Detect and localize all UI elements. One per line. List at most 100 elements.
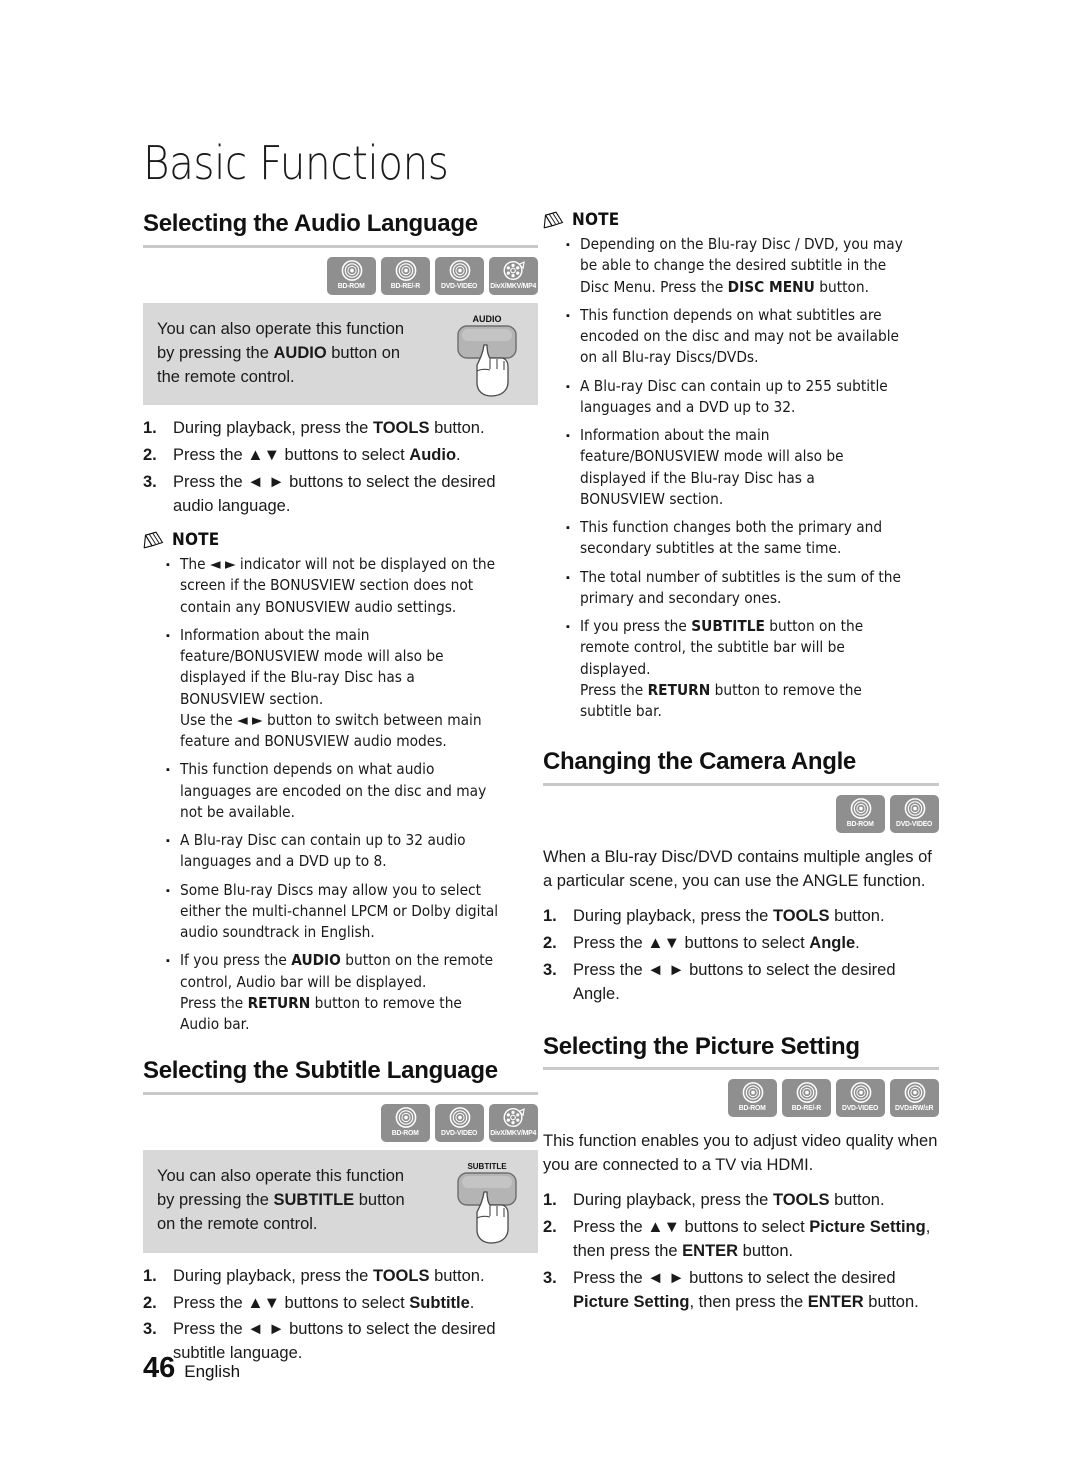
- disc-badge-row-subtitle: BD-ROM DVD-VIDEO DivX/MKV/MP4: [143, 1103, 538, 1142]
- steps-camera-angle: 1. During playback, press the TOOLS butt…: [543, 905, 939, 1007]
- note-bullet-icon: ▪: [566, 309, 570, 322]
- heading-rule: [543, 782, 939, 786]
- page-title: Basic Functions: [143, 136, 449, 190]
- note-label: NOTE: [572, 210, 620, 230]
- remote-button-audio-illustration: AUDIO: [457, 314, 517, 397]
- step-number: 3.: [143, 473, 157, 492]
- step-text-after: button.: [738, 1242, 794, 1261]
- tip-text-bold: AUDIO: [273, 343, 327, 362]
- note-text: If you press the AUDIO button on the rem…: [180, 950, 502, 1035]
- paragraph-camera-angle: When a Blu-ray Disc/DVD contains multipl…: [543, 847, 932, 890]
- step-text-bold: Audio: [409, 446, 457, 465]
- dvd-video-disc-icon: [904, 797, 925, 819]
- step-number: 1.: [143, 1266, 157, 1285]
- disc-badge-label: DVD-VIDEO: [441, 280, 478, 290]
- section-heading-audio-language: Selecting the Audio Language: [143, 210, 478, 237]
- step-text: Press the ▲▼ buttons to select Subtitle.: [173, 1292, 538, 1316]
- step-text: Press the ◄ ► buttons to select the desi…: [573, 960, 896, 1003]
- note-text: This function changes both the primary a…: [580, 518, 883, 558]
- step-item: 3. Press the ◄ ► buttons to select the d…: [543, 1267, 939, 1315]
- step-text-bold-2: ENTER: [807, 1293, 864, 1312]
- tip-box-audio: You can also operate this function by pr…: [143, 302, 538, 406]
- disc-badge-label: DivX/MKV/MP4: [490, 1127, 537, 1137]
- note-bullet-icon: ▪: [566, 430, 570, 442]
- disc-badge-label: BD-RE/-R: [390, 280, 421, 290]
- disc-badge-divx: DivX/MKV/MP4: [489, 256, 538, 295]
- note-list-audio: ▪ The ◄ ► indicator will not be displaye…: [143, 554, 538, 1035]
- note-text: A Blu-ray Disc can contain up to 32 audi…: [180, 831, 466, 871]
- step-text-after: button.: [863, 1293, 919, 1312]
- film-reel-icon: [503, 1107, 525, 1127]
- step-item: 1. During playback, press the TOOLS butt…: [543, 1189, 939, 1213]
- pencil-icon: [543, 211, 564, 229]
- step-text: During playback, press the TOOLS button.: [173, 417, 538, 441]
- section-camera-angle: Changing the Camera Angle BD-ROM DVD-VID…: [543, 748, 939, 1006]
- step-text-before: Press the ▲▼ buttons to select: [573, 1218, 810, 1237]
- dvd-video-disc-icon: [449, 259, 470, 281]
- step-text-after: .: [469, 1293, 475, 1312]
- bd-rom-disc-icon: [341, 259, 362, 281]
- note-text: Depending on the Blu-ray Disc / DVD, you…: [580, 234, 903, 298]
- step-text-after: button.: [429, 419, 485, 438]
- note-bullet-icon: ▪: [566, 522, 570, 534]
- paragraph-picture-setting: This function enables you to adjust vide…: [543, 1132, 938, 1175]
- note-item: ▪ The ◄ ► indicator will not be displaye…: [143, 554, 538, 618]
- step-text-before: During playback, press the: [173, 1266, 373, 1285]
- note-label: NOTE: [172, 530, 220, 551]
- note-item: ▪ This function changes both the primary…: [543, 517, 939, 560]
- step-text-before: Press the ▲▼ buttons to select: [173, 1293, 410, 1312]
- step-text-after: button.: [829, 1191, 885, 1210]
- step-text-before: Press the ▲▼ buttons to select: [173, 446, 410, 465]
- step-text: During playback, press the TOOLS button.: [173, 1265, 538, 1289]
- step-number: 1.: [543, 907, 557, 925]
- note-bullet-icon: ▪: [166, 835, 170, 848]
- step-text-after: .: [456, 446, 461, 465]
- step-text-before: Press the ▲▼ buttons to select: [573, 933, 810, 952]
- step-text-bold: TOOLS: [772, 907, 830, 925]
- step-item: 3. Press the ◄ ► buttons to select the d…: [543, 959, 939, 1007]
- step-number: 3.: [543, 1269, 557, 1288]
- step-text-before: Press the ◄ ► buttons to select the desi…: [573, 1269, 896, 1288]
- note-bullet-icon: ▪: [566, 571, 570, 584]
- step-text: During playback, press the TOOLS button.: [573, 1189, 939, 1213]
- steps-audio-language: 1. During playback, press the TOOLS butt…: [143, 417, 538, 519]
- disc-badge-label: DVD-VIDEO: [842, 1103, 879, 1113]
- note-text-before: If you press the: [180, 951, 292, 970]
- page-number: 46: [143, 1352, 176, 1384]
- note-text-bold-2: RETURN: [647, 680, 711, 699]
- disc-badge-row-audio: BD-ROM BD-RE/-R DVD-VIDEO DivX/MKV/MP4: [143, 256, 538, 295]
- step-item: 1. During playback, press the TOOLS butt…: [543, 905, 939, 929]
- step-number: 1.: [143, 419, 157, 438]
- note-item: ▪ If you press the AUDIO button on the r…: [143, 950, 538, 1035]
- note-header-audio: NOTE: [143, 530, 538, 550]
- step-item: 2. Press the ▲▼ buttons to select Subtit…: [143, 1292, 538, 1316]
- bd-re-r-disc-icon: [796, 1082, 817, 1104]
- note-text: If you press the SUBTITLE button on the …: [580, 616, 903, 722]
- step-text-bold-1: Picture Setting: [809, 1218, 926, 1237]
- section-subtitle-language: Selecting the Subtitle Language BD-ROM D…: [143, 1057, 538, 1366]
- right-column: NOTE ▪ Depending on the Blu-ray Disc / D…: [543, 210, 939, 1318]
- section-heading-camera-angle: Changing the Camera Angle: [543, 748, 856, 776]
- note-text-before: If you press the: [580, 617, 692, 635]
- disc-badge-label: BD-ROM: [338, 280, 365, 290]
- step-text-after: button.: [829, 907, 885, 925]
- step-text-bold: TOOLS: [372, 1266, 430, 1285]
- note-list-subtitle: ▪ Depending on the Blu-ray Disc / DVD, y…: [543, 234, 939, 722]
- note-bullet-icon: ▪: [166, 764, 170, 777]
- tip-text: You can also operate this function by pr…: [157, 317, 425, 390]
- note-header-subtitle: NOTE: [543, 210, 939, 230]
- disc-badge-bd-rom: BD-ROM: [836, 794, 885, 833]
- note-text-after: button.: [814, 277, 870, 296]
- step-text: Press the ◄ ► buttons to select the desi…: [173, 473, 496, 516]
- film-reel-icon: [503, 260, 525, 280]
- note-item: ▪ Information about the main feature/BON…: [143, 625, 538, 753]
- disc-badge-dvd-video: DVD-VIDEO: [836, 1079, 885, 1118]
- step-number: 2.: [543, 933, 557, 952]
- left-column: Selecting the Audio Language BD-ROM BD-R…: [143, 210, 538, 1369]
- note-text-before-2: Press the: [580, 680, 648, 699]
- dvd-video-disc-icon: [449, 1107, 470, 1128]
- section-picture-setting: Selecting the Picture Setting BD-ROM BD-…: [543, 1033, 939, 1315]
- steps-picture-setting: 1. During playback, press the TOOLS butt…: [543, 1189, 939, 1315]
- step-item: 1. During playback, press the TOOLS butt…: [143, 417, 538, 441]
- note-bullet-icon: ▪: [166, 629, 170, 642]
